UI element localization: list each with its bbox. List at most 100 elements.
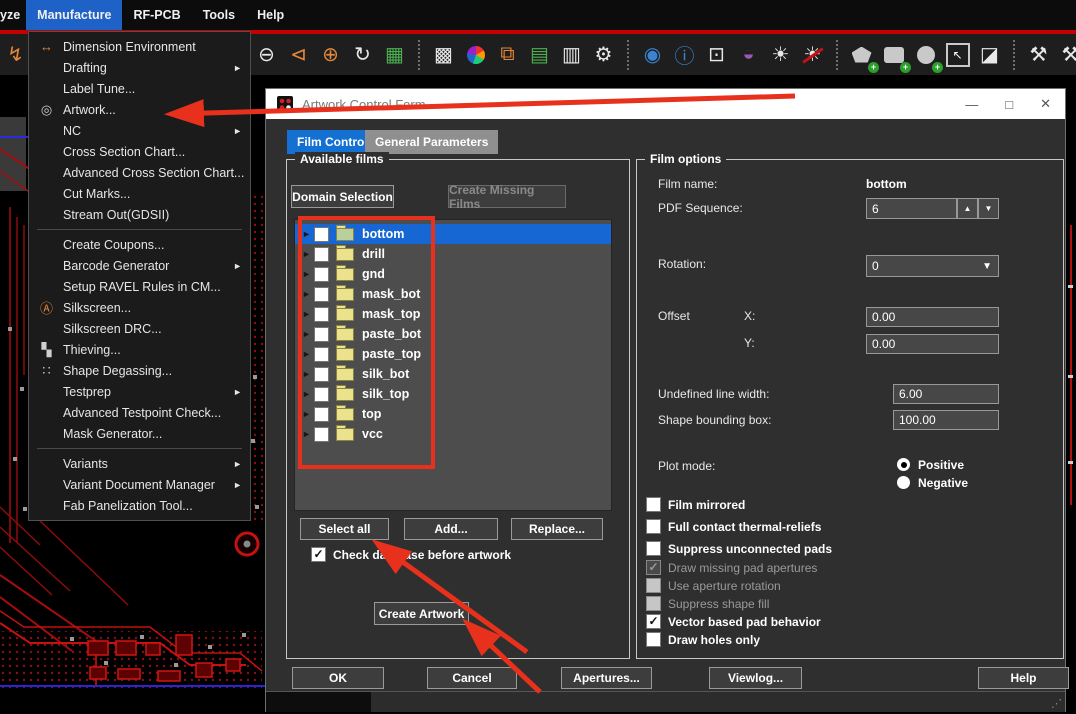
maximize-button[interactable]: □ <box>1005 97 1013 112</box>
select-box-icon[interactable]: ↖ <box>944 41 971 69</box>
menu-item-label-tune[interactable]: Label Tune... <box>29 78 250 99</box>
film-checkbox[interactable] <box>314 246 329 262</box>
cross-section-icon[interactable]: ▤ <box>526 41 553 69</box>
film-row-mask-bot[interactable]: ► mask_bot <box>295 284 611 304</box>
palette-icon[interactable]: ◒ <box>735 41 762 69</box>
help-button[interactable]: Help <box>978 667 1069 689</box>
pdf-sequence-up-button[interactable] <box>957 198 978 219</box>
film-row-paste-top[interactable]: ► paste_top <box>295 344 611 364</box>
zoom-previous-icon[interactable]: ⊲ <box>285 41 312 69</box>
shadow-off-icon[interactable]: ☀ <box>799 41 826 69</box>
expand-arrow-icon[interactable]: ► <box>302 369 314 379</box>
menu-item-advanced-testpoint-check[interactable]: Advanced Testpoint Check... <box>29 402 250 423</box>
menu-help[interactable]: Help <box>246 0 295 30</box>
ok-button[interactable]: OK <box>292 667 384 689</box>
film-row-mask-top[interactable]: ► mask_top <box>295 304 611 324</box>
eye-visibility-icon[interactable]: ◉ <box>639 41 666 69</box>
layer-visibility-icon[interactable]: ⧉ <box>494 41 521 69</box>
parameters-icon[interactable]: ⚙ <box>590 41 617 69</box>
plot-positive-radio[interactable] <box>897 458 910 471</box>
menu-item-stream-out-gdsii[interactable]: Stream Out(GDSII) <box>29 204 250 225</box>
offset-x-input[interactable] <box>866 307 999 327</box>
expand-arrow-icon[interactable]: ► <box>302 269 314 279</box>
viewlog-button[interactable]: Viewlog... <box>709 667 802 689</box>
expand-arrow-icon[interactable]: ► <box>302 429 314 439</box>
drill-legend-icon[interactable]: ⚒ <box>1025 41 1052 69</box>
menu-item-variant-document-manager[interactable]: Variant Document Manager ► <box>29 474 250 495</box>
menu-item-cut-marks[interactable]: Cut Marks... <box>29 183 250 204</box>
add-rect-icon[interactable]: + <box>880 41 911 73</box>
rotation-dropdown[interactable]: 0 ▼ <box>866 255 999 277</box>
film-checkbox[interactable] <box>314 366 329 382</box>
film-checkbox[interactable] <box>314 226 329 242</box>
menu-item-fab-panelization-tool[interactable]: Fab Panelization Tool... <box>29 495 250 516</box>
expand-arrow-icon[interactable]: ► <box>302 249 314 259</box>
measure-3d-icon[interactable]: ⊡ <box>703 41 730 69</box>
expand-arrow-icon[interactable]: ► <box>302 409 314 419</box>
expand-arrow-icon[interactable]: ► <box>302 389 314 399</box>
expand-arrow-icon[interactable]: ► <box>302 329 314 339</box>
film-report-icon[interactable]: ▥ <box>558 41 585 69</box>
shape-bounding-box-input[interactable] <box>893 410 999 430</box>
film-checkbox[interactable] <box>314 426 329 442</box>
expand-arrow-icon[interactable]: ► <box>302 309 314 319</box>
menu-item-drafting[interactable]: Drafting ► <box>29 57 250 78</box>
menu-manufacture[interactable]: Manufacture <box>26 0 123 30</box>
shadow-on-icon[interactable]: ☀ <box>767 41 794 69</box>
menu-tools[interactable]: Tools <box>192 0 246 30</box>
minimize-button[interactable]: — <box>965 97 978 112</box>
domain-selection-button[interactable]: Domain Selection <box>291 185 394 208</box>
film-checkbox[interactable] <box>314 266 329 282</box>
route-icon[interactable]: ↯ <box>2 40 29 68</box>
color-wheel-icon[interactable] <box>462 41 489 69</box>
expand-arrow-icon[interactable]: ► <box>302 349 314 359</box>
menu-item-silkscreen-drc[interactable]: Silkscreen DRC... <box>29 318 250 339</box>
draw-holes-only-checkbox[interactable] <box>646 632 661 647</box>
film-checkbox[interactable] <box>314 346 329 362</box>
film-checkbox[interactable] <box>314 286 329 302</box>
film-row-top[interactable]: ► top <box>295 404 611 424</box>
film-checkbox[interactable] <box>314 306 329 322</box>
menu-item-mask-generator[interactable]: Mask Generator... <box>29 423 250 444</box>
menu-item-barcode-generator[interactable]: Barcode Generator ► <box>29 255 250 276</box>
film-checkbox[interactable] <box>314 326 329 342</box>
zoom-fit-icon[interactable]: ⊕ <box>317 41 344 69</box>
menu-item-shape-degassing[interactable]: ∷ Shape Degassing... <box>29 360 250 381</box>
add-polygon-icon[interactable]: + <box>848 41 879 73</box>
menu-rf-pcb[interactable]: RF-PCB <box>122 0 191 30</box>
create-artwork-button[interactable]: Create Artwork <box>374 602 469 625</box>
menu-item-testprep[interactable]: Testprep ► <box>29 381 250 402</box>
film-row-vcc[interactable]: ► vcc <box>295 424 611 444</box>
check-database-checkbox[interactable] <box>311 547 326 562</box>
film-checkbox[interactable] <box>314 386 329 402</box>
grid-toggle-icon[interactable]: ▩ <box>430 41 457 69</box>
undefined-line-width-input[interactable] <box>893 384 999 404</box>
cancel-button[interactable]: Cancel <box>427 667 517 689</box>
menu-item-nc[interactable]: NC ► <box>29 120 250 141</box>
film-checkbox[interactable] <box>314 406 329 422</box>
pdf-sequence-down-button[interactable] <box>978 198 999 219</box>
menu-analyze-partial[interactable]: yze <box>0 0 26 30</box>
replace-button[interactable]: Replace... <box>511 518 603 540</box>
film-list[interactable]: ► bottom ► drill ► gnd ► mask_bot ► mask_top … <box>294 219 612 511</box>
resize-grip[interactable]: ⋰ <box>1051 697 1062 710</box>
expand-arrow-icon[interactable]: ► <box>302 229 314 239</box>
vector-based-pad-behavior-checkbox[interactable] <box>646 614 661 629</box>
apertures-button[interactable]: Apertures... <box>561 667 652 689</box>
add-circle-icon[interactable]: + <box>912 41 943 73</box>
menu-item-setup-ravel-rules[interactable]: Setup RAVEL Rules in CM... <box>29 276 250 297</box>
film-row-silk-top[interactable]: ► silk_top <box>295 384 611 404</box>
invert-icon[interactable]: ◪ <box>976 41 1003 69</box>
dialog-titlebar[interactable]: Artwork Control Form — □ ✕ <box>266 89 1065 119</box>
tab-general-parameters[interactable]: General Parameters <box>365 130 499 154</box>
menu-item-cross-section-chart[interactable]: Cross Section Chart... <box>29 141 250 162</box>
create-missing-films-button[interactable]: Create Missing Films <box>448 183 566 211</box>
close-button[interactable]: ✕ <box>1040 96 1051 112</box>
film-row-silk-bot[interactable]: ► silk_bot <box>295 364 611 384</box>
zoom-out-icon[interactable]: ⊖ <box>253 41 280 69</box>
film-row-gnd[interactable]: ► gnd <box>295 264 611 284</box>
menu-item-advanced-cross-section-chart[interactable]: Advanced Cross Section Chart... <box>29 162 250 183</box>
select-all-button[interactable]: Select all <box>300 518 389 540</box>
menu-item-silkscreen[interactable]: Ⓐ Silkscreen... <box>29 297 250 318</box>
film-mirrored-checkbox[interactable] <box>646 497 661 512</box>
